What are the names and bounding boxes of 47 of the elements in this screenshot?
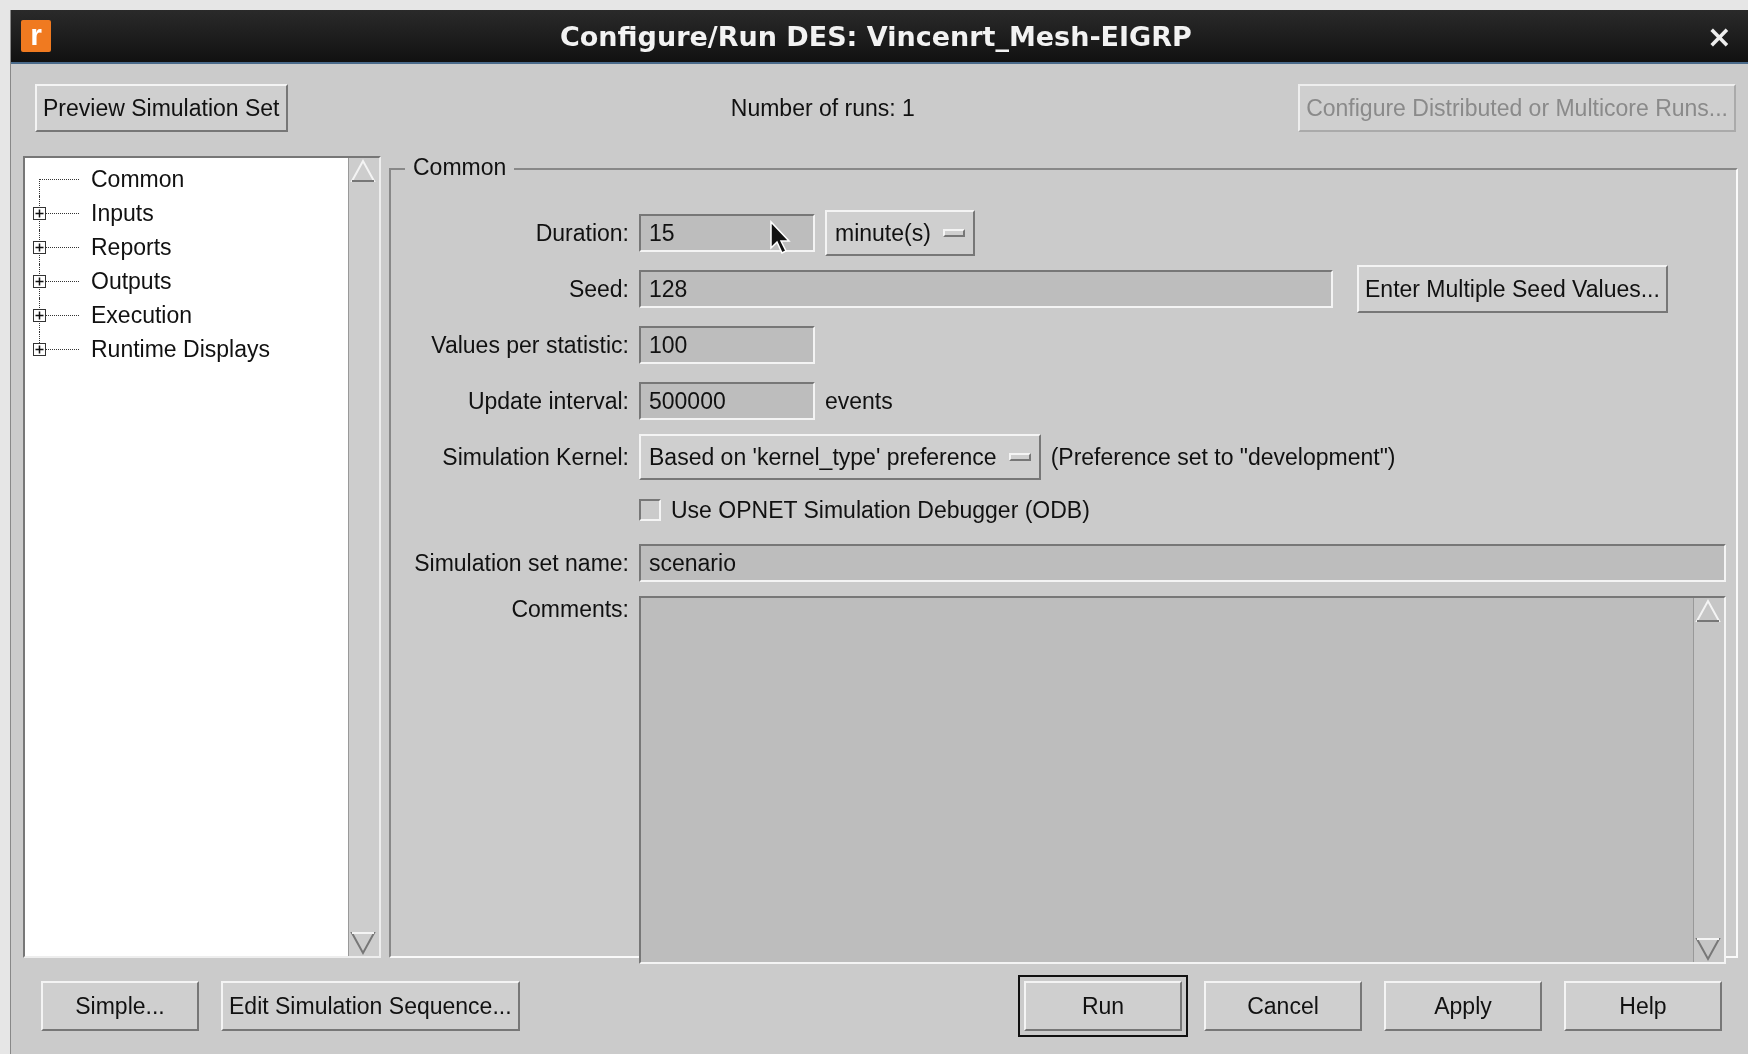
scroll-up-icon[interactable]	[349, 158, 377, 184]
runs-count: Number of runs: 1	[730, 94, 915, 122]
scroll-up-icon[interactable]	[1694, 598, 1722, 624]
dialog-button[interactable]: Simple...	[41, 981, 199, 1031]
unit-dropdown[interactable]: minute(s)	[825, 210, 975, 256]
expand-plus-icon[interactable]	[33, 275, 46, 288]
field-label: Duration:	[534, 219, 629, 247]
tree-item[interactable]: Reports	[91, 233, 172, 261]
preference-note: (Preference set to "development")	[1050, 443, 1396, 471]
scroll-down-icon[interactable]	[349, 930, 377, 956]
field-label: Simulation set name:	[413, 549, 629, 577]
tree-item[interactable]: Execution	[91, 301, 192, 329]
tree-item[interactable]: Inputs	[91, 199, 154, 227]
pointer-cursor-icon	[769, 220, 793, 256]
tree-item[interactable]: Common	[91, 165, 185, 193]
unit-label: events	[825, 387, 893, 415]
tree-item[interactable]: Runtime Displays	[91, 335, 270, 363]
close-button[interactable]: ×	[1700, 18, 1738, 54]
input-field[interactable]: scenario	[639, 544, 1726, 582]
input-field[interactable]: 128	[639, 270, 1333, 308]
scroll-down-icon[interactable]	[1694, 936, 1722, 962]
expand-plus-icon[interactable]	[33, 309, 46, 322]
tree-item[interactable]: Outputs	[91, 267, 172, 295]
input-field[interactable]: 500000	[639, 382, 815, 420]
dialog-button[interactable]: Cancel	[1204, 981, 1362, 1031]
expand-plus-icon[interactable]	[33, 241, 46, 254]
dialog-button[interactable]: Run	[1024, 981, 1182, 1031]
dialog-button[interactable]: Edit Simulation Sequence...	[221, 981, 520, 1031]
dialog-button[interactable]: Apply	[1384, 981, 1542, 1031]
field-label: Seed:	[567, 275, 629, 303]
seed-values-button[interactable]: Enter Multiple Seed Values...	[1357, 265, 1668, 313]
kernel-dropdown[interactable]: Based on 'kernel_type' preference	[639, 434, 1041, 480]
field-label: Values per statistic:	[430, 331, 629, 359]
expand-plus-icon[interactable]	[33, 343, 46, 356]
preview-button[interactable]: Preview Simulation Set	[35, 84, 288, 132]
field-label: Comments:	[510, 596, 629, 623]
comments-field[interactable]	[639, 596, 1726, 964]
checkbox[interactable]	[639, 499, 661, 521]
field-label: Update interval:	[466, 387, 629, 415]
field-label: Simulation Kernel:	[441, 443, 629, 471]
app-logo: r	[21, 20, 51, 52]
input-field[interactable]: 100	[639, 326, 815, 364]
expand-plus-icon[interactable]	[33, 207, 46, 220]
window-title: Configure/Run DES: Vincenrt_Mesh-EIGRP	[559, 20, 1193, 52]
input-field[interactable]: 15	[639, 214, 815, 252]
dialog-button[interactable]: Help	[1564, 981, 1722, 1031]
checkbox-label[interactable]: Use OPNET Simulation Debugger (ODB)	[671, 496, 1090, 524]
